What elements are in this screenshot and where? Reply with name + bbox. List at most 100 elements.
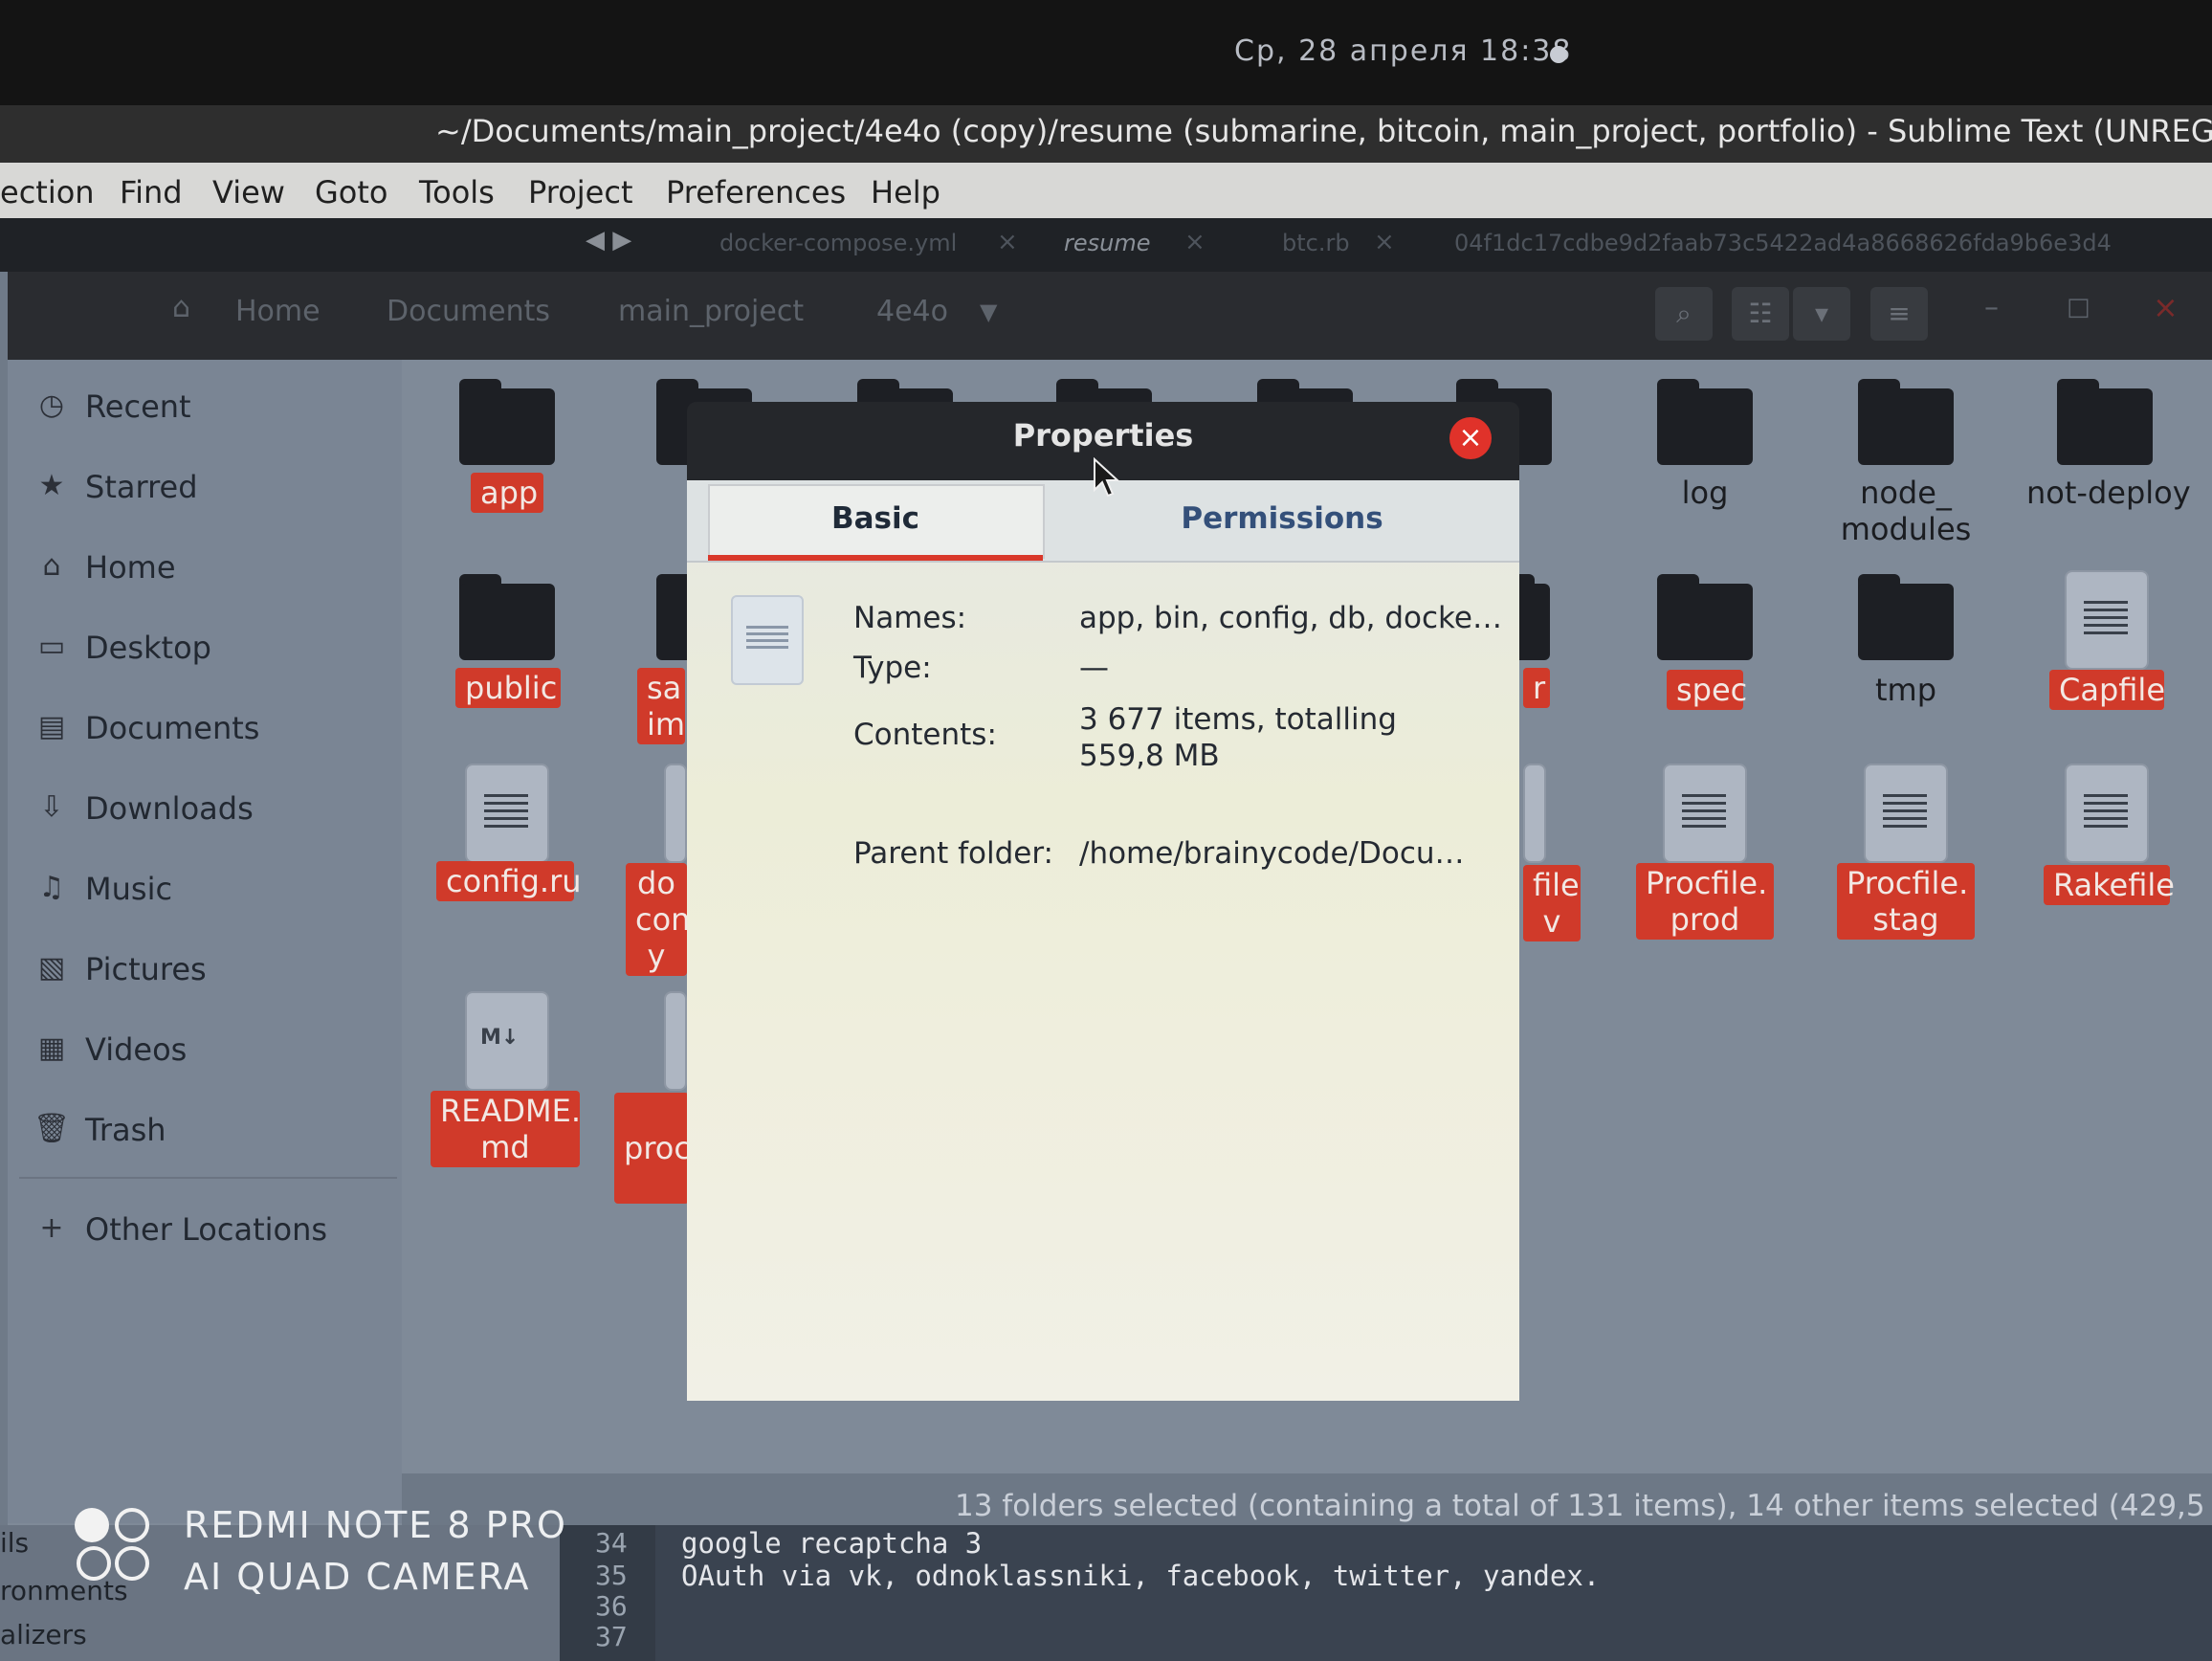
sidebar-folder-item[interactable]: ils [0,1527,29,1559]
multiple-files-icon [731,595,804,685]
file-label-procfile-stag[interactable]: Procfile. stag [1837,863,1975,940]
markdown-file-icon[interactable]: M↓ [465,991,549,1091]
videos-icon: ▦ [37,1031,66,1065]
sidebar-item-starred[interactable]: ★ Starred [33,463,396,511]
document-icon[interactable] [1663,764,1747,863]
close-tab-icon[interactable]: × [1184,228,1206,256]
file-label-readme[interactable]: README. md [431,1091,581,1167]
sublime-tab-btc[interactable]: btc.rb [1282,230,1350,256]
markdown-badge-icon: M↓ [480,1026,520,1050]
file-label-log[interactable]: log [1657,475,1753,511]
file-label-spec[interactable]: spec [1667,670,1747,710]
tab-nav-arrows-icon[interactable]: ◀ ▶ [586,226,631,255]
close-window-icon[interactable]: × [2153,289,2179,325]
close-tab-icon[interactable]: × [1374,228,1395,256]
sidebar-item-trash[interactable]: 🗑 Trash [33,1106,396,1154]
file-label-config-ru[interactable]: config.ru [436,861,582,901]
file-label-node-modules[interactable]: node_ modules [1829,475,1982,547]
file-label-docker-compose[interactable]: do con y [626,863,687,976]
clock-icon: ◷ [38,388,65,422]
sidebar-item-label: Trash [85,1112,166,1148]
notification-dot-icon [1550,46,1567,63]
view-options-icon[interactable]: ▾ [1793,287,1850,341]
menu-icon[interactable]: ≡ [1870,287,1928,341]
document-icon[interactable] [2065,570,2149,670]
close-icon[interactable]: × [1449,417,1492,459]
file-label-r[interactable]: r [1523,668,1550,708]
menu-selection[interactable]: ection [0,174,95,210]
search-icon[interactable]: ⌕ [1655,287,1713,341]
file-label-procfile-dev[interactable]: file. v [1523,865,1581,941]
chevron-down-icon[interactable]: ▼ [980,299,997,325]
file-label-tmp[interactable]: tmp [1858,672,1954,708]
file-label-capfile[interactable]: Capfile [2049,670,2165,710]
watermark-text: REDMI NOTE 8 PRO [184,1504,567,1546]
sublime-tab-hash[interactable]: 04f1dc17cdbe9d2faab73c5422ad4a8668626fda… [1454,230,2210,256]
sidebar-item-label: Desktop [85,630,211,666]
code-line[interactable]: google recaptcha 3 [681,1527,982,1560]
file-label-public[interactable]: public [455,668,561,708]
menu-project[interactable]: Project [528,174,632,210]
folder-icon[interactable] [1657,379,1753,465]
camera-watermark-logo [75,1508,149,1581]
pictures-icon: ▧ [37,951,66,985]
home-icon[interactable]: ⌂ [172,291,190,324]
folder-icon[interactable] [1858,379,1954,465]
breadcrumb-main-project[interactable]: main_project [618,295,804,328]
sidebar-item-label: Music [85,871,173,907]
sublime-tab-resume[interactable]: resume [1064,230,1151,256]
sidebar-item-other-locations[interactable]: + Other Locations [33,1206,396,1253]
folder-icon[interactable] [1657,574,1753,660]
sidebar-item-pictures[interactable]: ▧ Pictures [33,945,396,993]
document-icon[interactable] [1523,764,1546,863]
close-tab-icon[interactable]: × [997,228,1018,256]
folder-icon[interactable] [459,574,555,660]
menu-preferences[interactable]: Preferences [666,174,846,210]
menu-help[interactable]: Help [871,174,940,210]
tab-permissions[interactable]: Permissions [1052,501,1512,536]
document-icon[interactable] [465,764,549,863]
document-icon[interactable] [1864,764,1948,863]
document-icon[interactable] [2065,764,2149,863]
menu-goto[interactable]: Goto [315,174,388,210]
parent-folder-value[interactable]: /home/brainycode/Docu… [1079,836,1465,871]
sidebar-divider [19,1177,397,1179]
breadcrumb-home[interactable]: Home [235,295,321,328]
sublime-menu-bar: ection Find View Goto Tools Project Pref… [0,163,2212,218]
sidebar-folder-item[interactable]: alizers [0,1619,87,1650]
sidebar-item-music[interactable]: ♫ Music [33,865,396,913]
downloads-icon: ⇩ [39,790,64,824]
sidebar-item-label: Documents [85,710,260,746]
file-label-procfile-prod[interactable]: Procfile. prod [1636,863,1774,940]
folder-icon[interactable] [2057,379,2153,465]
file-label-rakefile[interactable]: Rakefile [2044,865,2175,905]
sidebar-item-desktop[interactable]: ▭ Desktop [33,624,396,672]
document-icon[interactable] [664,991,687,1091]
list-view-icon[interactable]: ☷ [1732,287,1789,341]
breadcrumb-4e4o[interactable]: 4e4o [876,295,948,328]
sidebar-item-home[interactable]: ⌂ Home [33,543,396,591]
sidebar-item-recent[interactable]: ◷ Recent [33,383,396,431]
sidebar-item-downloads[interactable]: ⇩ Downloads [33,785,396,832]
file-label-not-deploy[interactable]: not-deploy [2026,475,2191,511]
folder-icon[interactable] [459,379,555,465]
maximize-icon[interactable]: □ [2067,293,2090,321]
tab-basic-label[interactable]: Basic [708,501,1043,536]
music-icon: ♫ [38,871,65,904]
star-icon: ★ [38,469,65,502]
code-line[interactable]: OAuth via vk, odnoklassniki, facebook, t… [681,1560,1600,1592]
system-clock[interactable]: Ср, 28 апреля 18:38 [1234,34,1572,68]
sublime-tab-docker-compose[interactable]: docker-compose.yml [719,230,957,256]
minimize-icon[interactable]: – [1984,291,1999,324]
sidebar-item-videos[interactable]: ▦ Videos [33,1026,396,1074]
folder-icon[interactable] [1858,574,1954,660]
document-icon[interactable] [664,764,687,863]
file-label-proc[interactable]: proc [614,1093,689,1204]
menu-find[interactable]: Find [120,174,183,210]
file-label-sa-im[interactable]: sa im [637,668,685,744]
menu-view[interactable]: View [212,174,285,210]
menu-tools[interactable]: Tools [419,174,495,210]
file-label-app[interactable]: app [471,473,543,513]
sidebar-item-documents[interactable]: ▤ Documents [33,704,396,752]
breadcrumb-documents[interactable]: Documents [387,295,550,328]
